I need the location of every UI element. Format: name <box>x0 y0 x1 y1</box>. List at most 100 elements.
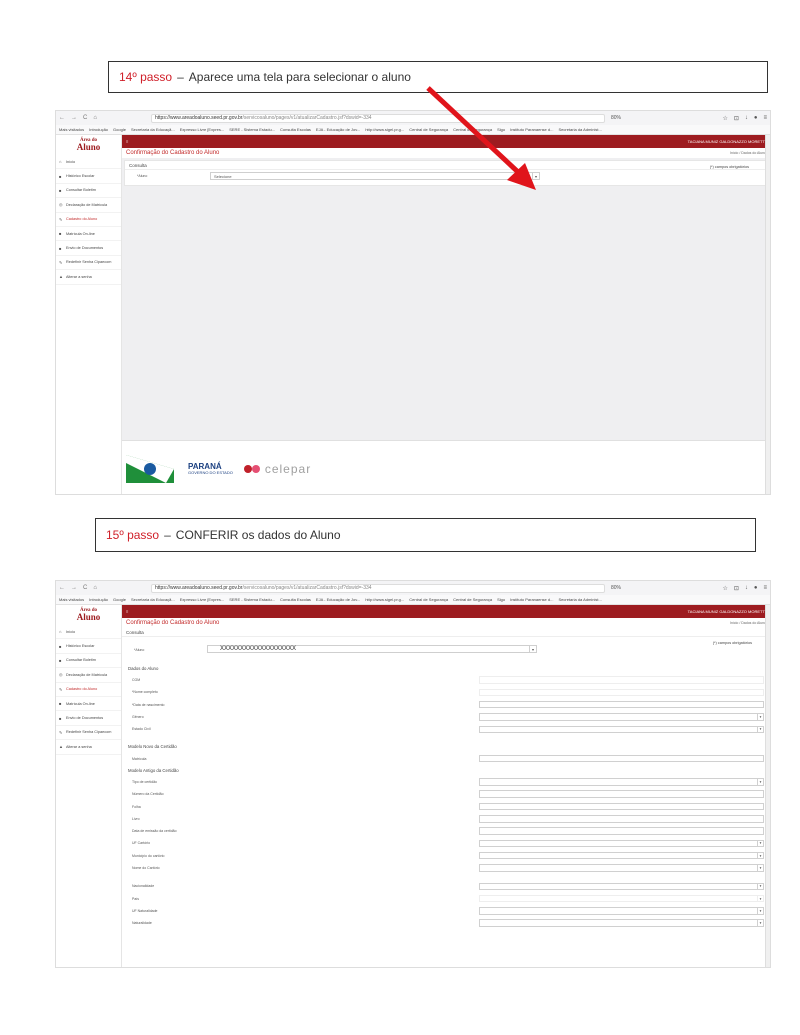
field-label: Livro <box>132 816 140 821</box>
nascimento-input[interactable] <box>479 700 764 709</box>
sidebar-item-label: Declaração de Matrícula <box>66 672 108 677</box>
step-15-text: CONFERIR os dados do Aluno <box>175 528 341 542</box>
sidebar-item-declaracao[interactable]: ◎ Declaração de Matrícula <box>56 668 121 683</box>
back-icon[interactable]: ← <box>59 585 65 591</box>
sidebar-item-alterar-senha[interactable]: ▲ Alterar a senha <box>56 740 121 755</box>
address-bar[interactable]: https://www.areadoaluno.seed.pr.gov.br /… <box>151 583 605 593</box>
required-note: (*) campos obrigatórios <box>712 641 752 645</box>
bookmark-item[interactable]: Expresso Livre [Expres... <box>180 597 224 602</box>
field-municipio-cartorio: Município do cartório ▾ <box>122 850 770 862</box>
folder-icon: ■ <box>59 643 62 649</box>
url-host: https://www.areadoaluno.seed.pr.gov.br <box>155 585 243 591</box>
bookmark-item[interactable]: Google <box>113 597 126 602</box>
chevron-down-icon: ▾ <box>757 840 763 847</box>
field-genero: Gênero ▾ <box>122 711 770 723</box>
page-header: Confirmação do Cadastro do Aluno Início … <box>122 618 770 628</box>
menu-icon[interactable]: ≡ <box>763 585 767 592</box>
pocket-icon[interactable]: ⊡ <box>734 585 739 592</box>
field-label: *Nome completo <box>132 690 158 695</box>
user-name[interactable]: TACIANA MUNIZ GALDONAZZO MORETTI <box>688 609 766 614</box>
sidebar-item-label: Cadastro do Aluno <box>66 687 98 692</box>
download-icon[interactable]: ↓ <box>745 585 748 592</box>
bookmark-item[interactable]: http://www.sigel.pr.g... <box>365 597 404 602</box>
field-data-emissao: Data de emissão da certidão <box>122 825 770 837</box>
bookmark-item[interactable]: Consulta Escolas <box>280 597 311 602</box>
nacionalidade-select[interactable]: ▾ <box>479 882 764 891</box>
bookmark-star-icon[interactable]: ☆ <box>722 585 727 592</box>
sidebar-item-historico[interactable]: ■ Histórico Escolar <box>56 639 121 654</box>
sidebar-item-documentos[interactable]: ■ Envio de Documentos <box>56 711 121 726</box>
browser-tools: ☆ ⊡ ↓ ● ≡ <box>722 585 767 592</box>
folha-input[interactable] <box>479 802 764 811</box>
scrollbar[interactable] <box>765 605 770 967</box>
chevron-down-icon: ▾ <box>757 895 763 902</box>
edit-icon: ✎ <box>59 686 63 692</box>
field-label: País <box>132 896 140 901</box>
matricula-input[interactable] <box>479 754 764 763</box>
uf-naturalidade-select[interactable]: ▾ <box>479 907 764 915</box>
chevron-down-icon[interactable]: ▾ <box>529 646 536 652</box>
field-label: *Data de nascimento <box>132 702 165 707</box>
municipio-cartorio-select[interactable]: ▾ <box>479 851 764 860</box>
data-emissao-input[interactable] <box>479 827 764 835</box>
account-icon[interactable]: ● <box>754 585 758 592</box>
bookmark-item[interactable]: Mais visitados <box>59 597 84 602</box>
field-label: Estado Civil <box>132 727 151 732</box>
field-label: Matrícula <box>132 756 147 761</box>
chevron-down-icon: ▾ <box>757 779 763 785</box>
field-numero-certidao: Número da Certidão <box>122 788 770 800</box>
field-cgm: CGM <box>122 674 770 686</box>
cgm-input[interactable] <box>479 676 764 684</box>
bookmark-item[interactable]: Central de Segurança <box>453 597 492 602</box>
bookmark-item[interactable]: Sigo <box>497 597 505 602</box>
sidebar-item-redefinir-senha[interactable]: ✎ Redefinir Senha Cipaecom <box>56 726 121 741</box>
zoom-level[interactable]: 80% <box>611 585 621 591</box>
bookmark-item[interactable]: EJA - Educação de Jov... <box>316 597 360 602</box>
sidebar-item-label: Alterar a senha <box>66 744 92 749</box>
aluno-select[interactable]: XXXXXXXXXXXXXXXXXXX ▾ <box>207 645 537 653</box>
chevron-down-icon: ▾ <box>757 908 763 914</box>
sidebar-item-matricula[interactable]: ■ Matrícula On-line <box>56 697 121 712</box>
livro-input[interactable] <box>479 815 764 823</box>
home-icon[interactable]: ⌂ <box>93 585 97 591</box>
nome-input[interactable] <box>479 688 764 697</box>
step-15-caption: 15º passo – CONFERIR os dados do Aluno <box>95 518 756 552</box>
logo-bottom-text: Aluno <box>76 612 101 623</box>
page-title: Confirmação do Cadastro do Aluno <box>126 620 220 626</box>
step-15-number: 15º passo <box>106 528 160 542</box>
bookmark-item[interactable]: Introdução <box>89 597 108 602</box>
field-pais: País ▾ <box>122 892 770 904</box>
bookmark-item[interactable]: Central de Segurança <box>409 597 448 602</box>
bookmark-item[interactable]: Secretaria da Educaçã... <box>131 597 175 602</box>
forward-icon[interactable]: → <box>71 585 77 591</box>
reload-icon[interactable]: C <box>83 585 87 591</box>
naturalidade-select[interactable]: ▾ <box>479 919 764 927</box>
bookmark-item[interactable]: SERE - Sistema Estadu... <box>229 597 275 602</box>
hamburger-icon[interactable]: ≡ <box>126 609 128 614</box>
browser-toolbar: ← → C ⌂ https://www.areadoaluno.seed.pr.… <box>56 581 770 595</box>
field-label: Nome do Cartório <box>132 866 160 870</box>
nome-cartorio-select[interactable]: ▾ <box>479 864 764 872</box>
field-label: Nacionalidade <box>132 884 155 889</box>
sidebar-item-inicio[interactable]: ⌂ Início <box>56 625 121 640</box>
section-modelo-novo: Modelo Novo da Certidão <box>128 744 177 750</box>
sidebar-item-cadastro[interactable]: ✎ Cadastro do Aluno <box>56 683 121 697</box>
field-label: UF Cartório <box>132 841 151 846</box>
chevron-down-icon: ▾ <box>757 714 763 720</box>
sidebar-item-boletim[interactable]: ■ Consultar Boletim <box>56 654 121 669</box>
app-window: Área do Aluno ⌂ Início ■ Histórico Escolar … <box>56 605 770 967</box>
genero-select[interactable]: ▾ <box>479 713 764 721</box>
pencil-icon: ✎ <box>59 729 63 735</box>
numero-certidao-input[interactable] <box>479 790 764 798</box>
bookmark-item[interactable]: Instituto Paranaense d... <box>510 597 553 602</box>
field-nome-cartorio: Nome do Cartório ▾ <box>122 862 770 874</box>
tipo-certidao-select[interactable]: ▾ <box>479 778 764 786</box>
sidebar-item-label: Início <box>66 629 76 634</box>
field-estado-civil: Estado Civil ▾ <box>122 723 770 735</box>
browser-nav: ← → C ⌂ <box>59 585 107 591</box>
bookmark-item[interactable]: Secretaria da Administ... <box>558 597 601 602</box>
chevron-down-icon: ▾ <box>757 883 763 890</box>
estado-civil-select[interactable]: ▾ <box>479 725 764 734</box>
uf-cartorio-select[interactable]: ▾ <box>479 839 764 848</box>
pais-select[interactable]: ▾ <box>479 894 764 903</box>
